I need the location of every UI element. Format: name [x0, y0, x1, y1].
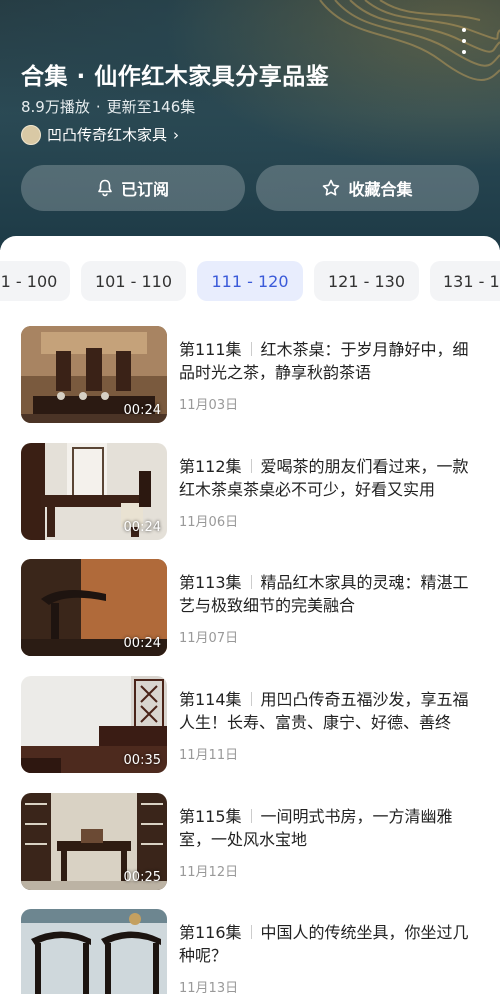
episode-number: 第114集	[179, 690, 242, 709]
author-name: 凹凸传奇红木家具	[47, 126, 168, 144]
episode-thumbnail: 00:25	[21, 793, 167, 890]
episode-duration: 00:24	[123, 403, 161, 418]
more-options-button[interactable]	[458, 28, 470, 54]
meta-separator: ·	[95, 98, 101, 116]
episode-date: 11月13日	[179, 981, 239, 994]
episode-title: 第115集 一间明式书房，一方清幽雅室，一处风水宝地	[179, 805, 475, 851]
episode-number: 第112集	[179, 457, 242, 476]
episode-item[interactable]: 00:24 第112集 爱喝茶的朋友们看过来，一款红木茶桌茶桌必不可少，好看又实用…	[21, 443, 481, 540]
episode-number: 第115集	[179, 807, 242, 826]
tab-range-131[interactable]: 131 - 1	[430, 261, 500, 301]
author-avatar	[21, 124, 41, 145]
tab-range-101-110[interactable]: 101 - 110	[81, 261, 186, 301]
update-status: 更新至146集	[106, 98, 196, 116]
episode-date: 11月07日	[179, 631, 239, 646]
episode-number: 第113集	[179, 573, 242, 592]
collection-title: 合集 · 仙作红木家具分享品鉴	[21, 64, 330, 90]
episode-date: 11月11日	[179, 748, 239, 763]
episode-number: 第111集	[179, 340, 242, 359]
episode-thumbnail: 00:35	[21, 676, 167, 773]
title-divider	[250, 925, 252, 939]
episode-title: 第111集 红木茶桌：于岁月静好中，细品时光之茶，静享秋韵茶语	[179, 338, 475, 384]
title-divider	[250, 575, 252, 589]
tab-range-111-120[interactable]: 111 - 120	[197, 261, 303, 301]
episode-item[interactable]: 00:24 第111集 红木茶桌：于岁月静好中，细品时光之茶，静享秋韵茶语 11月…	[21, 326, 481, 423]
title-divider	[250, 342, 252, 356]
episode-date: 11月06日	[179, 515, 239, 530]
episode-thumbnail	[21, 909, 167, 994]
chevron-right-icon: ›	[173, 125, 180, 144]
episode-range-tabs: 1 - 100 101 - 110 111 - 120 121 - 130 13…	[0, 261, 500, 301]
episode-title: 第114集 用凹凸传奇五福沙发，享五福人生！长寿、富贵、康宁、好德、善终	[179, 688, 475, 734]
episode-duration: 00:24	[123, 636, 161, 651]
collection-stats: 8.9万播放 · 更新至146集	[21, 96, 195, 117]
episode-item[interactable]: 00:24 第113集 精品红木家具的灵魂：精湛工艺与极致细节的完美融合 11月0…	[21, 559, 481, 656]
collect-collection-button[interactable]: 收藏合集	[256, 165, 479, 211]
subscribed-label: 已订阅	[120, 180, 169, 199]
episode-date: 11月12日	[179, 865, 239, 880]
bell-icon	[98, 179, 112, 197]
tab-range-121-130[interactable]: 121 - 130	[314, 261, 419, 301]
tab-range-1-100[interactable]: 1 - 100	[0, 261, 70, 301]
episode-number: 第116集	[179, 923, 242, 942]
episode-duration: 00:25	[123, 870, 161, 885]
episode-title: 第113集 精品红木家具的灵魂：精湛工艺与极致细节的完美融合	[179, 571, 475, 617]
episode-thumbnail: 00:24	[21, 326, 167, 423]
episode-item[interactable]: 00:35 第114集 用凹凸传奇五福沙发，享五福人生！长寿、富贵、康宁、好德、善…	[21, 676, 481, 773]
episode-item[interactable]: 第116集 中国人的传统坐具，你坐过几种呢？ 11月13日	[21, 909, 481, 994]
episode-thumbnail: 00:24	[21, 559, 167, 656]
episode-item[interactable]: 00:25 第115集 一间明式书房，一方清幽雅室，一处风水宝地 11月12日	[21, 793, 481, 890]
episode-duration: 00:35	[123, 753, 161, 768]
subscribed-button[interactable]: 已订阅	[21, 165, 245, 211]
episode-title: 第112集 爱喝茶的朋友们看过来，一款红木茶桌茶桌必不可少，好看又实用	[179, 455, 475, 501]
title-divider	[250, 809, 252, 823]
episode-thumbnail: 00:24	[21, 443, 167, 540]
title-divider	[250, 459, 252, 473]
author-link[interactable]: 凹凸传奇红木家具 ›	[21, 124, 179, 145]
star-icon	[323, 179, 340, 196]
title-divider	[250, 692, 252, 706]
collection-header: 合集 · 仙作红木家具分享品鉴 8.9万播放 · 更新至146集 凹凸传奇红木家具 …	[0, 0, 500, 250]
play-count: 8.9万播放	[21, 98, 90, 116]
episode-title: 第116集 中国人的传统坐具，你坐过几种呢？	[179, 921, 475, 967]
episode-date: 11月03日	[179, 398, 239, 413]
episode-duration: 00:24	[123, 520, 161, 535]
collect-label: 收藏合集	[348, 180, 413, 199]
